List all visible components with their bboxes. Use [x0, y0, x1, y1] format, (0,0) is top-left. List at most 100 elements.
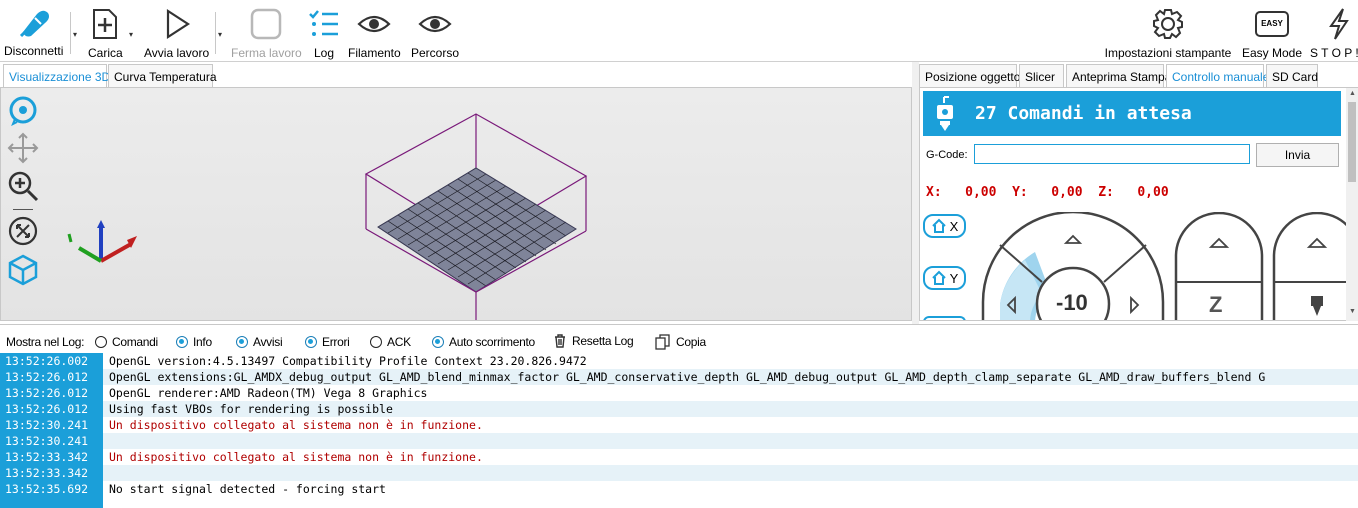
autoscroll-toggle[interactable]: Auto scorrimento — [432, 335, 535, 349]
load-dropdown-icon[interactable]: ▾ — [129, 30, 133, 39]
separator — [215, 12, 216, 54]
start-job-button[interactable]: Avvia lavoro — [144, 8, 209, 60]
load-label: Carica — [88, 46, 123, 60]
stop-square-icon — [251, 8, 282, 40]
gcode-input[interactable] — [974, 144, 1250, 164]
zoom-icon[interactable] — [7, 170, 39, 202]
z-value: 0,00 — [1137, 185, 1169, 200]
trash-icon — [555, 334, 565, 348]
panel-scrollbar[interactable]: ▲ ▼ — [1346, 88, 1358, 321]
extruder-icon — [937, 96, 953, 131]
filter-commands[interactable]: Comandi — [95, 335, 158, 349]
scrollbar-thumb[interactable] — [1348, 102, 1356, 182]
log-message: OpenGL renderer:AMD Radeon(TM) Vega 8 Gr… — [109, 386, 428, 400]
radio-icon[interactable] — [305, 336, 317, 348]
path-label: Percorso — [410, 46, 460, 60]
tab-slicer[interactable]: Slicer — [1019, 64, 1064, 88]
main-toolbar: Disconnetti ▾ Carica ▾ Avvia lavoro ▾ Fe… — [0, 0, 1358, 62]
send-button[interactable]: Invia — [1256, 143, 1339, 167]
radio-icon[interactable] — [236, 336, 248, 348]
separator — [70, 12, 71, 54]
tab-3d-view[interactable]: Visualizzazione 3D — [3, 64, 110, 89]
path-button[interactable]: Percorso — [410, 8, 460, 60]
log-timestamp: 13:52:33.342 — [0, 449, 103, 465]
rotate-icon[interactable] — [7, 94, 39, 126]
easy-mode-label: Easy Mode — [1241, 46, 1303, 60]
copy-icon — [655, 334, 670, 350]
home-z-button[interactable] — [923, 316, 966, 320]
y-label: Y: — [1012, 185, 1028, 200]
scroll-up-icon[interactable]: ▲ — [1349, 90, 1356, 97]
manual-control-panel: 27 Comandi in attesa G-Code: Invia X: 0,… — [919, 87, 1358, 321]
filter-ack[interactable]: ACK — [370, 335, 411, 349]
build-volume — [364, 113, 588, 320]
printer-settings-button[interactable]: Impostazioni stampante — [1104, 8, 1232, 60]
log-button[interactable]: Log — [308, 8, 340, 60]
gcode-label: G-Code: — [926, 149, 968, 161]
position-readout: X: 0,00 Y: 0,00 Z: 0,00 — [926, 185, 1169, 200]
disconnect-button[interactable]: Disconnetti — [4, 8, 63, 58]
log-timestamp: 13:52:33.342 — [0, 465, 103, 481]
tab-object-position[interactable]: Posizione oggetto — [919, 64, 1020, 88]
move-icon[interactable] — [7, 132, 39, 164]
x-label: X: — [926, 185, 942, 200]
extruder-jog-pad[interactable] — [1272, 212, 1352, 321]
lightning-icon — [1328, 8, 1349, 40]
easy-mode-icon: EASY — [1255, 11, 1289, 37]
disconnect-dropdown-icon[interactable]: ▾ — [73, 30, 77, 39]
view-tools — [1, 88, 45, 320]
radio-icon[interactable] — [176, 336, 188, 348]
log-row: 13:52:30.241 — [0, 433, 1358, 449]
z-axis-label: Z — [1209, 292, 1223, 317]
home-x-button[interactable]: X — [923, 214, 966, 238]
filter-ack-label: ACK — [387, 335, 411, 349]
fit-view-icon[interactable] — [7, 215, 39, 247]
log-row: 13:52:26.012 Using fast VBOs for renderin… — [0, 401, 1358, 417]
log-row: 13:52:33.342 Un dispositivo collegato al … — [0, 449, 1358, 465]
panel-splitter[interactable] — [912, 62, 919, 324]
stop-job-button[interactable]: Ferma lavoro — [231, 8, 302, 60]
log-row: 13:52:33.342 — [0, 465, 1358, 481]
copy-log-button[interactable]: Copia — [655, 334, 706, 350]
log-timestamp: 13:52:35.692 — [0, 481, 103, 497]
radio-icon[interactable] — [370, 336, 382, 348]
y-value: 0,00 — [1051, 185, 1083, 200]
plug-icon — [19, 10, 49, 38]
filter-errors-label: Errori — [322, 335, 350, 349]
radio-icon[interactable] — [95, 336, 107, 348]
home-y-button[interactable]: Y — [923, 266, 966, 290]
stop-job-label: Ferma lavoro — [231, 46, 302, 60]
filament-button[interactable]: Filamento — [348, 8, 401, 60]
log-row: 13:52:26.012 OpenGL renderer:AMD Radeon(T… — [0, 385, 1358, 401]
tab-temperature-curve[interactable]: Curva Temperatura — [108, 64, 217, 88]
jog-step-value: -10 — [1056, 290, 1088, 315]
filter-info[interactable]: Info — [176, 335, 212, 349]
3d-viewport[interactable] — [0, 87, 912, 321]
log-timestamp: 13:52:26.012 — [0, 401, 103, 417]
easy-mode-button[interactable]: EASY Easy Mode — [1241, 8, 1303, 60]
radio-icon[interactable] — [432, 336, 444, 348]
log-row: 13:52:26.002 OpenGL version:4.5.13497 Com… — [0, 353, 1358, 369]
tab-sd-card[interactable]: SD Card — [1266, 64, 1318, 88]
log-message: No start signal detected - forcing start — [109, 482, 386, 496]
scroll-down-icon[interactable]: ▼ — [1349, 308, 1356, 315]
log-timestamp: 13:52:30.241 — [0, 417, 103, 433]
start-job-dropdown-icon[interactable]: ▾ — [218, 30, 222, 39]
filament-label: Filamento — [348, 46, 401, 60]
reset-log-button[interactable]: Resetta Log — [553, 334, 634, 348]
cube-view-icon[interactable] — [7, 254, 39, 286]
emergency-stop-button[interactable]: S T O P !!! — [1310, 8, 1358, 60]
copy-log-label: Copia — [676, 335, 706, 349]
timestamp-column-fill — [0, 497, 103, 508]
gear-icon — [1153, 9, 1183, 39]
command-queue-text: 27 Comandi in attesa — [975, 103, 1192, 124]
load-button[interactable]: Carica — [88, 8, 123, 60]
tab-manual-control[interactable]: Controllo manuale — [1166, 64, 1269, 89]
eye-icon — [357, 15, 391, 33]
command-queue-banner: 27 Comandi in attesa — [923, 91, 1341, 136]
log-timestamp: 13:52:26.002 — [0, 353, 103, 369]
filter-warnings[interactable]: Avvisi — [236, 335, 283, 349]
disconnect-label: Disconnetti — [4, 44, 64, 58]
filter-errors[interactable]: Errori — [305, 335, 350, 349]
tab-print-preview[interactable]: Anteprima Stampa — [1066, 64, 1171, 88]
